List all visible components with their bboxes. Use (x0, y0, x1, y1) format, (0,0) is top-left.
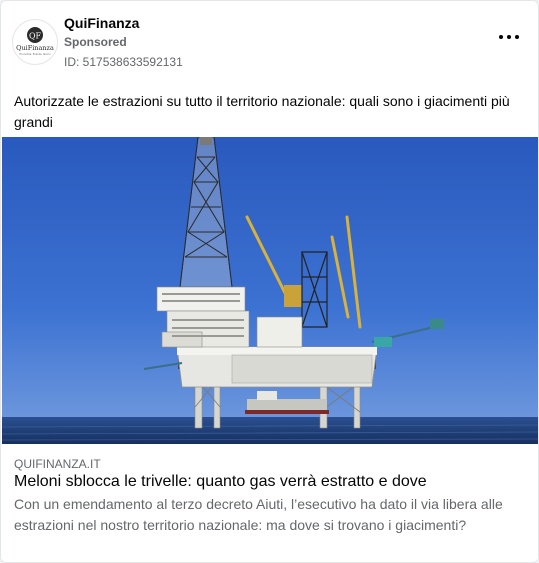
oil-rig-image[interactable] (2, 137, 538, 444)
post-caption: Autorizzate le estrazioni su tutto il te… (14, 93, 510, 130)
sponsored-label: Sponsored (64, 35, 127, 49)
link-preview[interactable]: QUIFINANZA.IT Meloni sblocca le trivelle… (1, 444, 538, 562)
advertiser-name[interactable]: QuiFinanza (64, 15, 139, 31)
advertiser-avatar[interactable]: QF QuiFinanza Economia, finanza, lavoro (12, 19, 58, 65)
link-description: Con un emendamento al terzo decreto Aiut… (14, 496, 503, 533)
logo-monogram: QF (29, 32, 42, 41)
logo-wordmark: QuiFinanza (16, 44, 54, 52)
logo-tagline: Economia, finanza, lavoro (20, 53, 51, 56)
ad-card: QF QuiFinanza Economia, finanza, lavoro … (0, 0, 539, 563)
more-options-icon[interactable] (498, 29, 520, 45)
link-headline[interactable]: Meloni sblocca le trivelle: quanto gas v… (14, 473, 427, 491)
ad-id: ID: 517538633592131 (64, 55, 183, 69)
link-domain: QUIFINANZA.IT (14, 457, 101, 471)
